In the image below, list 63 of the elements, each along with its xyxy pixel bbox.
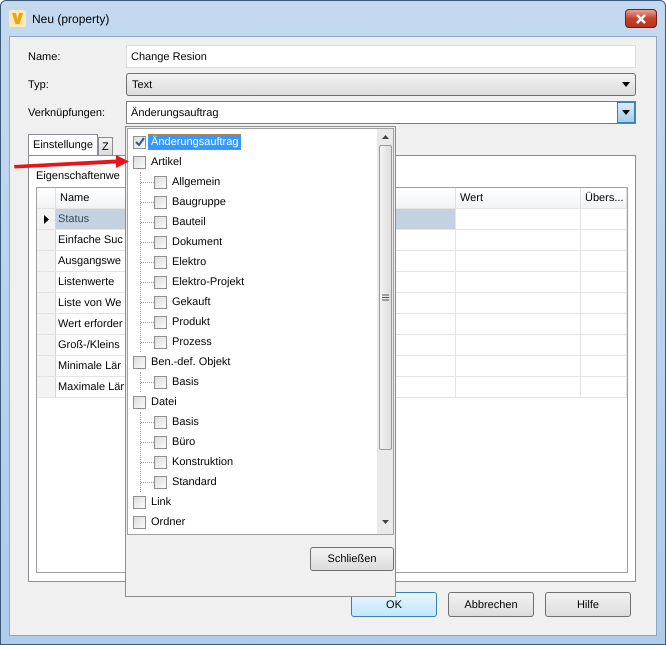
tree-item[interactable]: Elektro-Projekt [169, 274, 248, 290]
checkbox[interactable] [133, 156, 146, 168]
links-dropdown[interactable]: Änderungsauftrag [126, 101, 636, 124]
close-button[interactable] [625, 9, 657, 28]
close-popup-button[interactable]: Schließen [310, 547, 394, 571]
tree-item[interactable]: Datei [148, 394, 180, 410]
row-header[interactable] [37, 209, 56, 229]
tree-item[interactable]: Basis [169, 414, 202, 430]
checkbox[interactable] [154, 336, 167, 348]
tree-item[interactable]: Elektro [169, 254, 210, 270]
tree-item[interactable]: Link [148, 494, 174, 510]
tree-item[interactable]: Standard [169, 474, 220, 490]
checkbox[interactable] [154, 436, 167, 448]
tree-item[interactable]: Dokument [169, 234, 226, 250]
checkbox[interactable] [154, 176, 167, 188]
checkbox[interactable] [154, 216, 167, 228]
tree-item[interactable]: Gekauft [169, 294, 214, 310]
checkbox[interactable] [133, 356, 146, 368]
checkbox[interactable] [133, 396, 146, 408]
tree-item[interactable]: Produkt [169, 314, 213, 330]
tree-item[interactable]: Baugruppe [169, 194, 229, 210]
tree-item[interactable]: Artikel [148, 154, 185, 170]
scrollbar[interactable] [377, 129, 393, 534]
field-label: Verknüpfungen: [28, 106, 106, 118]
tab[interactable]: Einstellunge [28, 134, 98, 155]
dialog-button[interactable]: Abbrechen [448, 592, 534, 617]
name-field[interactable]: Change Resion [126, 45, 636, 68]
caret-icon [622, 110, 630, 115]
checkbox[interactable] [133, 496, 146, 508]
checkbox[interactable] [154, 236, 167, 248]
field-label: Name: [28, 50, 62, 62]
type-dropdown[interactable]: Text [126, 73, 636, 96]
checkbox[interactable] [154, 476, 167, 488]
grip-icon [382, 294, 388, 301]
tree-item[interactable]: Basis [169, 374, 202, 390]
checkbox[interactable] [133, 136, 146, 148]
window-title: Neu (property) [32, 12, 110, 26]
dialog-button[interactable]: OK [351, 592, 437, 617]
app-logo-icon [9, 10, 26, 27]
dialog-button[interactable]: Hilfe [545, 592, 631, 617]
section-label: Eigenschaftenwe [36, 170, 120, 184]
caret-icon [622, 82, 630, 87]
field-label: Typ: [28, 78, 50, 90]
tree-item[interactable]: Prozess [169, 334, 215, 350]
checkbox[interactable] [154, 276, 167, 288]
checkbox[interactable] [154, 376, 167, 388]
checkbox[interactable] [154, 416, 167, 428]
tree-item[interactable]: Bauteil [169, 214, 209, 230]
checkbox[interactable] [154, 196, 167, 208]
checkbox[interactable] [133, 516, 146, 528]
checkbox[interactable] [154, 296, 167, 308]
checkbox[interactable] [154, 256, 167, 268]
column-header[interactable]: Wert [456, 188, 581, 208]
tree-item[interactable]: Ordner [148, 514, 188, 530]
tree-item[interactable]: Büro [169, 434, 198, 450]
tree-item[interactable]: Ben.-def. Objekt [148, 354, 234, 370]
tree-item[interactable]: Allgemein [169, 174, 224, 190]
close-icon [635, 14, 647, 24]
column-header[interactable]: Übers... [581, 188, 627, 208]
tab[interactable]: Z [98, 137, 113, 155]
checkbox[interactable] [154, 316, 167, 328]
checkbox[interactable] [154, 456, 167, 468]
tree-item[interactable]: Konstruktion [169, 454, 236, 470]
